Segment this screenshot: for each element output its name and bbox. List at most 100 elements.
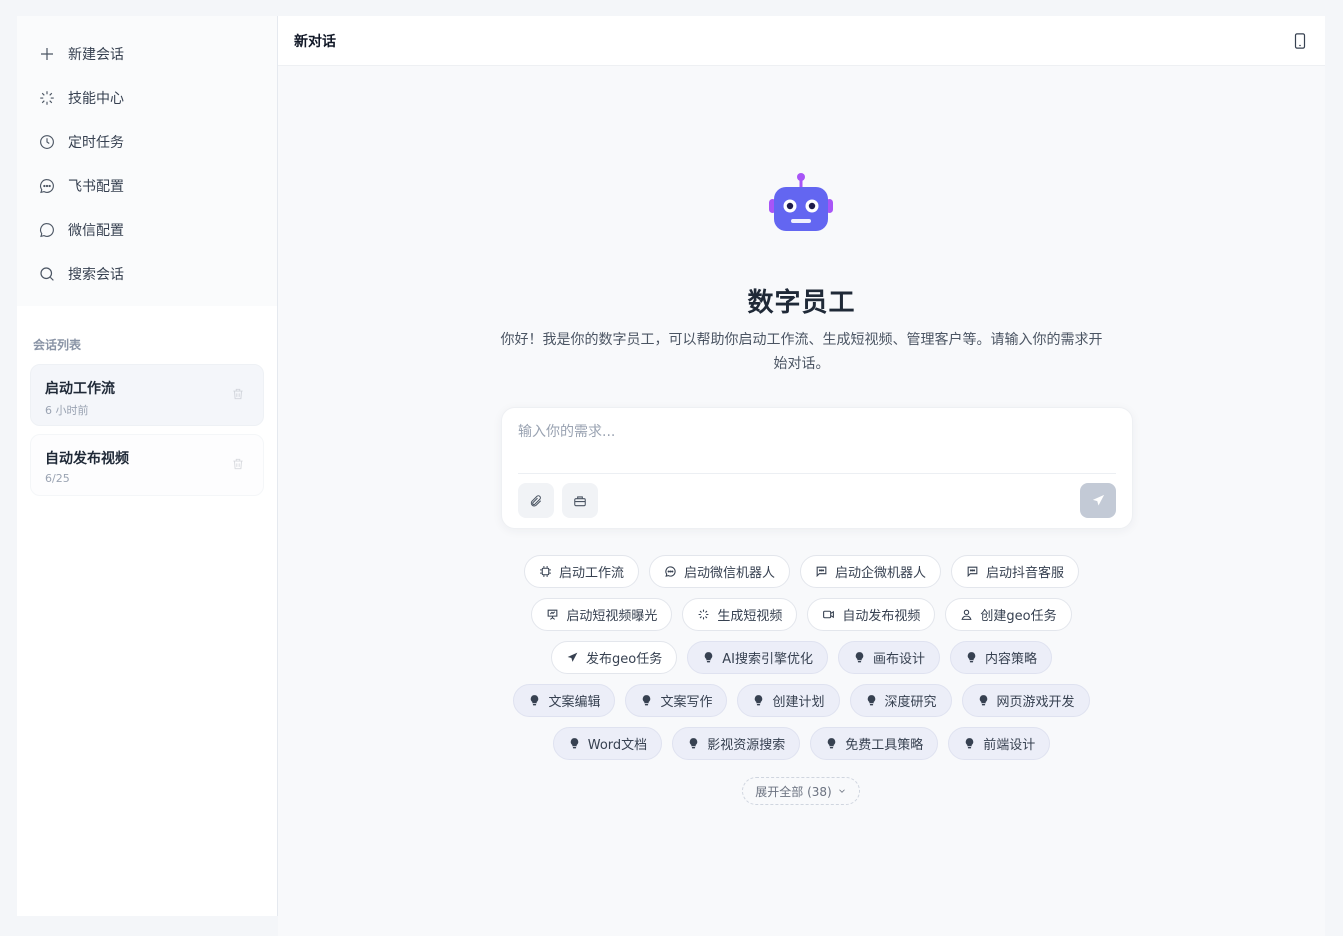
cpu-icon <box>539 565 552 578</box>
robot-logo-icon <box>769 173 833 231</box>
message-square-icon <box>815 565 828 578</box>
conversation-list-label: 会话列表 <box>33 338 82 352</box>
nav-label: 搜索会话 <box>68 267 124 283</box>
trash-icon[interactable] <box>231 457 245 471</box>
chip-label: 启动企微机器人 <box>835 566 927 581</box>
bulb-icon <box>752 694 765 707</box>
conversation-item[interactable]: 启动工作流 6 小时前 <box>30 364 264 426</box>
chip-label: 文案编辑 <box>548 695 601 710</box>
composer <box>501 407 1133 529</box>
chip-label: 影视资源搜索 <box>707 738 786 753</box>
page-title: 新对话 <box>294 33 336 50</box>
chat-bubble-icon <box>38 221 56 239</box>
conversation-time: 6 小时前 <box>45 404 89 417</box>
suggestion-chip[interactable]: 前端设计 <box>948 727 1051 760</box>
sparkle-icon <box>697 608 710 621</box>
video-icon <box>822 608 835 621</box>
chip-label: 免费工具策略 <box>845 738 924 753</box>
chip-label: 画布设计 <box>872 652 925 667</box>
conversation-time: 6/25 <box>45 472 70 485</box>
message-input[interactable] <box>518 420 1118 444</box>
chip-row: 发布geo任务 AI搜索引擎优化 画布设计 内容策略 <box>278 641 1325 684</box>
suggestion-chip[interactable]: 启动短视频曝光 <box>531 598 673 631</box>
bulb-icon <box>687 737 700 750</box>
toolbox-button[interactable] <box>562 483 598 518</box>
suggestion-chip[interactable]: 创建geo任务 <box>945 598 1072 631</box>
suggestion-chip[interactable]: 影视资源搜索 <box>672 727 801 760</box>
suggestion-chip[interactable]: 启动工作流 <box>523 555 639 588</box>
chip-label: Word文档 <box>587 738 648 753</box>
sidebar: 新建会话 技能中心 定时任务 飞书配置 微信配置 搜索会话 会话列表 启动工作流… <box>17 16 278 916</box>
scheduled-tasks-button[interactable]: 定时任务 <box>29 120 265 164</box>
chip-label: 生成短视频 <box>717 609 783 624</box>
send-icon <box>566 651 579 664</box>
hero-title: 数字员工 <box>747 288 856 318</box>
suggestion-chip[interactable]: 深度研究 <box>849 684 952 717</box>
message-square-icon <box>966 565 979 578</box>
bulb-icon <box>965 651 978 664</box>
suggestion-chip[interactable]: 创建计划 <box>737 684 840 717</box>
feishu-config-button[interactable]: 飞书配置 <box>29 164 265 208</box>
suggestion-chip[interactable]: 启动抖音客服 <box>951 555 1080 588</box>
chip-label: 创建计划 <box>772 695 825 710</box>
suggestion-chip[interactable]: 文案编辑 <box>513 684 616 717</box>
search-chats-button[interactable]: 搜索会话 <box>29 252 265 296</box>
suggestion-chip[interactable]: 免费工具策略 <box>810 727 939 760</box>
conversation-item[interactable]: 自动发布视频 6/25 <box>30 434 264 496</box>
nav-label: 定时任务 <box>68 135 124 151</box>
chip-label: 文案写作 <box>660 695 713 710</box>
bulb-icon <box>568 737 581 750</box>
search-icon <box>38 265 56 283</box>
chip-label: 自动发布视频 <box>842 609 921 624</box>
chip-label: 创建geo任务 <box>980 609 1057 624</box>
header: 新对话 <box>278 16 1325 66</box>
suggestion-chip[interactable]: 文案写作 <box>625 684 728 717</box>
bulb-icon <box>825 737 838 750</box>
composer-divider <box>518 473 1116 474</box>
chip-label: 深度研究 <box>884 695 937 710</box>
chip-row: 启动工作流 启动微信机器人 启动企微机器人 启动抖音客服 <box>278 555 1325 598</box>
attach-button[interactable] <box>518 483 554 518</box>
nav-label: 微信配置 <box>68 223 124 239</box>
chip-label: 启动工作流 <box>558 566 624 581</box>
chip-label: 启动短视频曝光 <box>566 609 658 624</box>
nav-label: 新建会话 <box>68 47 124 63</box>
suggestion-chip[interactable]: AI搜索引擎优化 <box>687 641 828 674</box>
briefcase-icon <box>574 495 586 506</box>
chip-label: 前端设计 <box>983 738 1036 753</box>
chip-label: AI搜索引擎优化 <box>722 652 813 667</box>
skills-center-button[interactable]: 技能中心 <box>29 76 265 120</box>
trash-icon[interactable] <box>231 387 245 401</box>
bulb-icon <box>977 694 990 707</box>
suggestion-chip[interactable]: 网页游戏开发 <box>961 684 1090 717</box>
bulb-icon <box>702 651 715 664</box>
suggestion-chip[interactable]: 画布设计 <box>837 641 940 674</box>
chip-row: Word文档 影视资源搜索 免费工具策略 前端设计 <box>278 727 1325 770</box>
chip-row: 启动短视频曝光 生成短视频 自动发布视频 创建geo任务 <box>278 598 1325 641</box>
chat-dots-icon <box>664 565 677 578</box>
suggestion-chip[interactable]: 生成短视频 <box>682 598 798 631</box>
suggestion-chip[interactable]: 自动发布视频 <box>807 598 936 631</box>
suggestion-chip[interactable]: Word文档 <box>552 727 663 760</box>
wechat-config-button[interactable]: 微信配置 <box>29 208 265 252</box>
chip-label: 启动抖音客服 <box>986 566 1065 581</box>
bulb-icon <box>528 694 541 707</box>
expand-all-label: 展开全部 (38) <box>755 784 832 799</box>
sparkle-icon <box>38 89 56 107</box>
conversation-title: 启动工作流 <box>45 381 115 397</box>
nav-label: 技能中心 <box>68 91 124 107</box>
chip-row: 文案编辑 文案写作 创建计划 深度研究 网页游戏开发 <box>278 684 1325 727</box>
suggestion-chip[interactable]: 启动微信机器人 <box>648 555 790 588</box>
suggestion-chip[interactable]: 发布geo任务 <box>551 641 678 674</box>
chip-label: 启动微信机器人 <box>683 566 775 581</box>
expand-all-button[interactable]: 展开全部 (38) <box>742 777 860 805</box>
suggestion-chip[interactable]: 内容策略 <box>949 641 1052 674</box>
conversation-title: 自动发布视频 <box>45 451 129 467</box>
plus-icon <box>38 45 56 63</box>
mobile-device-icon[interactable] <box>1291 32 1309 50</box>
suggestion-chip[interactable]: 启动企微机器人 <box>800 555 942 588</box>
new-chat-button[interactable]: 新建会话 <box>29 32 265 76</box>
nav-label: 飞书配置 <box>68 179 124 195</box>
bulb-icon <box>963 737 976 750</box>
send-button[interactable] <box>1080 483 1116 518</box>
